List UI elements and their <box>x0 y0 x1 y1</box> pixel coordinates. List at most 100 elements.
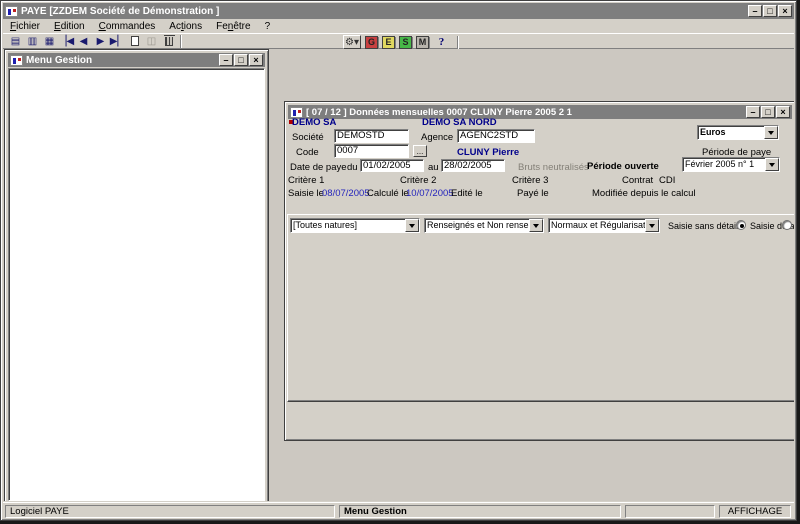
menu-edition[interactable]: Edition <box>47 21 92 32</box>
next-record-icon[interactable]: ▶ <box>92 34 109 49</box>
saisie-date: 08/07/2005 <box>322 188 370 199</box>
main-window: PAYE [ZZDEM Société de Démonstration ] –… <box>0 0 797 521</box>
normaux-filter-select[interactable]: Normaux et Régularisations <box>548 218 660 233</box>
minimize-icon[interactable]: – <box>748 5 762 17</box>
status-extra <box>625 505 715 518</box>
tree-window-buttons: –□× <box>219 54 263 66</box>
close-icon[interactable]: × <box>778 5 792 17</box>
minimize-icon[interactable]: – <box>219 54 233 66</box>
doc-titlebar[interactable]: [ 07 / 12 ] Données mensuelles 0007 CLUN… <box>288 105 792 119</box>
main-titlebar[interactable]: PAYE [ZZDEM Société de Démonstration ] –… <box>3 3 794 19</box>
maximize-icon[interactable]: □ <box>763 5 777 17</box>
date-de-paye-label: Date de paye <box>290 162 347 173</box>
contrat-label: Contrat <box>622 175 653 186</box>
toolbar-right-group: ⚙▾ GESM? <box>343 35 462 49</box>
renseignes-filter-value: Renseignés et Non renseignés <box>425 219 529 232</box>
help-icon[interactable]: ? <box>433 35 450 50</box>
currency-value: Euros <box>698 126 764 139</box>
critere2-label: Critère 2 <box>400 175 436 186</box>
datasheet-icon[interactable]: ▦ <box>41 34 58 49</box>
tree-titlebar[interactable]: Menu Gestion –□× <box>8 53 265 67</box>
au-label: au <box>428 162 439 173</box>
critere1-label: Critère 1 <box>288 175 324 186</box>
code-label: Code <box>296 147 319 158</box>
du-label: du <box>347 162 358 173</box>
calcule-date: 10/07/2005 <box>406 188 454 199</box>
maximize-icon[interactable]: □ <box>234 54 248 66</box>
doc-window-icon <box>290 107 303 118</box>
menu-item[interactable]: ? <box>258 21 278 32</box>
code-input[interactable]: 0007 <box>334 144 409 158</box>
date-to-input[interactable]: 28/02/2005 <box>441 159 505 172</box>
edite-le-label: Edité le <box>451 188 483 199</box>
tree-window-icon <box>10 55 23 66</box>
menu-fenetre[interactable]: Fenêtre <box>209 21 257 32</box>
screen: PAYE [ZZDEM Société de Démonstration ] –… <box>0 0 800 524</box>
new-record-icon[interactable] <box>126 34 143 49</box>
minimize-icon[interactable]: – <box>746 106 760 118</box>
statusbar: Logiciel PAYE Menu Gestion AFFICHAGE <box>3 502 794 518</box>
menu-fichier[interactable]: Fichier <box>3 21 47 32</box>
toolbar-g-button[interactable]: G <box>365 36 378 49</box>
agency-name: DEMO SA NORD <box>422 117 497 128</box>
saisie-detaillee-radio[interactable] <box>782 220 792 230</box>
toolbar-separator <box>457 36 459 49</box>
dropdown-arrow-icon[interactable] <box>765 158 779 171</box>
toolbar: ▤▥▦▕◀◀▶▶▏ ◫ ⚙▾ GESM? <box>3 33 794 49</box>
main-window-buttons: –□× <box>748 5 792 17</box>
date-from-input[interactable]: 01/02/2005 <box>360 159 424 172</box>
company-name: DEMO SA <box>292 117 336 128</box>
bruts-neutralises-label: Bruts neutralisés <box>518 162 589 173</box>
tree-window-title: Menu Gestion <box>26 55 216 66</box>
saisie-sans-detail-radio[interactable] <box>736 220 746 230</box>
menu-commandes[interactable]: Commandes <box>92 21 163 32</box>
doc-window-title: [ 07 / 12 ] Données mensuelles 0007 CLUN… <box>306 107 743 118</box>
close-icon[interactable]: × <box>249 54 263 66</box>
status-mode: AFFICHAGE <box>719 505 791 518</box>
tab-panel: [Toutes natures] Renseignés et Non rense… <box>287 214 794 402</box>
tabstrip <box>287 199 794 215</box>
toolbar-s-button[interactable]: S <box>399 36 412 49</box>
agence-input[interactable]: AGENC2STD <box>457 129 535 143</box>
toolbar-m-button[interactable]: M <box>416 36 429 49</box>
app-logo-icon <box>5 6 18 17</box>
code-browse-button[interactable]: ... <box>413 145 427 157</box>
renseignes-filter-select[interactable]: Renseignés et Non renseignés <box>424 218 544 233</box>
toolbar-e-button[interactable]: E <box>382 36 395 49</box>
currency-select[interactable]: Euros <box>697 125 779 140</box>
status-menu: Menu Gestion <box>339 505 621 518</box>
maximize-icon[interactable]: □ <box>761 106 775 118</box>
dropdown-arrow-icon[interactable] <box>529 219 543 232</box>
calcule-le-label: Calculé le <box>367 188 409 199</box>
status-left: Logiciel PAYE <box>5 505 335 518</box>
societe-input[interactable]: DEMOSTD <box>334 129 409 143</box>
app-title: PAYE [ZZDEM Société de Démonstration ] <box>21 6 745 17</box>
first-record-icon[interactable]: ▕◀ <box>58 34 75 49</box>
contrat-value: CDI <box>659 175 675 186</box>
last-record-icon[interactable]: ▶▏ <box>109 34 126 49</box>
menu-actions[interactable]: Actions <box>162 21 209 32</box>
menu-gestion-window: Menu Gestion –□× <box>4 49 269 501</box>
periode-select[interactable]: Février 2005 n° 1 <box>682 157 780 172</box>
normaux-filter-value: Normaux et Régularisations <box>549 219 645 232</box>
menu-tree <box>8 68 265 501</box>
nature-filter-value: [Toutes natures] <box>291 219 405 232</box>
doc-window-buttons: –□× <box>746 106 790 118</box>
form-properties-icon[interactable]: ▤ <box>7 34 24 49</box>
dropdown-arrow-icon[interactable] <box>405 219 419 232</box>
page-glyph <box>131 36 139 46</box>
previous-record-icon[interactable]: ◀ <box>75 34 92 49</box>
form-open-icon[interactable]: ▥ <box>24 34 41 49</box>
delete-record-icon[interactable] <box>160 34 177 49</box>
trash-glyph <box>165 37 173 46</box>
settings-gear-icon[interactable]: ⚙▾ <box>343 35 361 49</box>
paye-le-label: Payé le <box>517 188 549 199</box>
toolbar-separator <box>180 35 182 48</box>
mdi-workspace: Menu Gestion –□× [ 07 / 12 ] Données men… <box>3 49 794 501</box>
close-icon[interactable]: × <box>776 106 790 118</box>
save-record-icon: ◫ <box>143 34 160 49</box>
dropdown-arrow-icon[interactable] <box>645 219 659 232</box>
dropdown-arrow-icon[interactable] <box>764 126 778 139</box>
periode-value: Février 2005 n° 1 <box>683 158 765 171</box>
nature-filter-select[interactable]: [Toutes natures] <box>290 218 420 233</box>
